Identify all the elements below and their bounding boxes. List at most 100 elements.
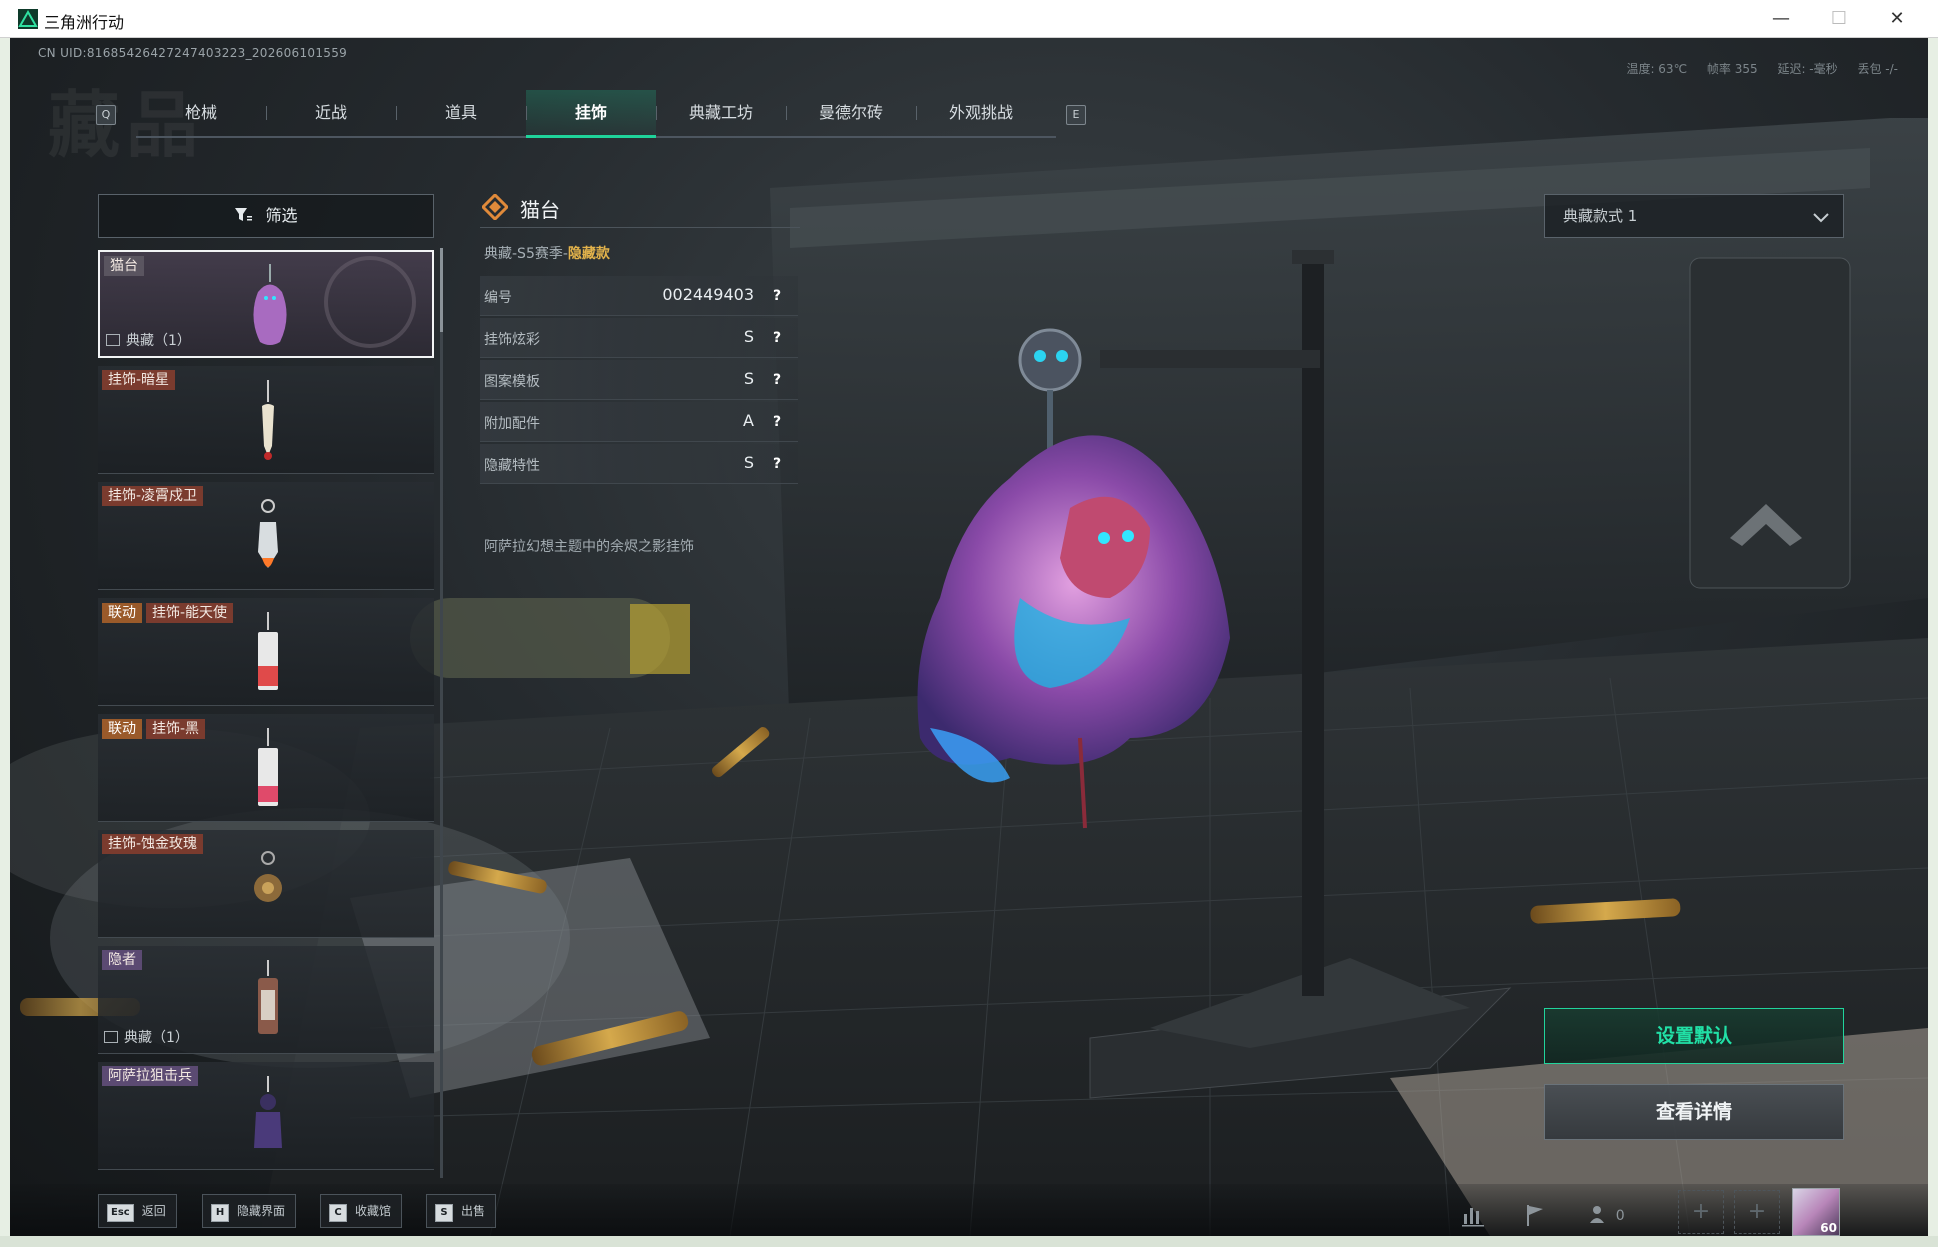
charm-category-icon [482, 194, 508, 220]
item-label-group: 联动 挂饰-能天使 [102, 602, 234, 623]
attr-charm-color: 挂饰炫彩 S ? [480, 318, 798, 358]
attr-value: S [743, 453, 754, 472]
app-logo-icon [18, 9, 38, 29]
attr-serial-number: 编号 002449403 ? [480, 276, 798, 316]
list-item-maotai[interactable]: 猫台 典藏（1） [98, 250, 434, 358]
friends-count: 0 [1615, 1208, 1625, 1224]
filter-icon [235, 208, 253, 221]
add-teammate-slot-1[interactable]: + [1678, 1190, 1724, 1234]
help-question-icon[interactable]: ? [768, 454, 786, 474]
window-titlebar: 三角洲行动 — ☐ ✕ [0, 0, 1938, 38]
tab-collection-workshop[interactable]: 典藏工坊 [656, 90, 786, 136]
friends-indicator[interactable]: 0 [1588, 1200, 1648, 1230]
item-name: 挂饰-暗星 [102, 370, 176, 390]
tab-prev-key[interactable]: Q [96, 105, 116, 125]
help-question-icon[interactable]: ? [768, 286, 786, 306]
tab-mandel-brick[interactable]: 曼德尔砖 [786, 90, 916, 136]
tab-melee[interactable]: 近战 [266, 90, 396, 136]
style-select-value: 典藏款式 1 [1563, 207, 1638, 225]
item-collection-count: 典藏（1） [104, 1027, 189, 1047]
attr-key: 编号 [484, 290, 512, 306]
image-icon [104, 1031, 118, 1043]
close-button[interactable]: ✕ [1868, 0, 1926, 38]
view-details-button[interactable]: 查看详情 [1544, 1084, 1844, 1140]
tab-next-key[interactable]: E [1066, 105, 1086, 125]
set-default-button[interactable]: 设置默认 [1544, 1008, 1844, 1064]
list-item-lingxiao-guard[interactable]: 挂饰-凌霄戍卫 [98, 482, 434, 590]
chevron-down-icon [1813, 213, 1829, 223]
list-item-hei[interactable]: 联动 挂饰-黑 [98, 714, 434, 822]
desktop-edge-left [0, 38, 10, 1247]
attr-value: S [743, 327, 754, 346]
keycap-c: C [329, 1204, 347, 1222]
keycap-h: H [211, 1204, 229, 1222]
list-item-energy-angel[interactable]: 联动 挂饰-能天使 [98, 598, 434, 706]
stats-chart-icon[interactable] [1458, 1200, 1488, 1230]
rarity-line: 典藏-S5赛季-隐藏款 [484, 243, 610, 263]
charm-thumbnail [258, 960, 278, 1034]
charm-thumbnail [258, 499, 278, 568]
hint-back[interactable]: Esc 返回 [98, 1194, 177, 1228]
help-question-icon[interactable]: ? [768, 412, 786, 432]
item-name: 挂饰-能天使 [146, 603, 234, 623]
attr-key: 附加配件 [484, 416, 540, 432]
attr-key: 挂饰炫彩 [484, 332, 540, 348]
keycap-esc: Esc [107, 1204, 134, 1222]
item-name: 隐者 [102, 950, 142, 970]
add-teammate-slot-2[interactable]: + [1734, 1190, 1780, 1234]
performance-stats: 温度: 63℃ 帧率 355 延迟: -毫秒 丢包 -/- [1610, 60, 1898, 77]
help-question-icon[interactable]: ? [768, 328, 786, 348]
attr-accessory: 附加配件 A ? [480, 402, 798, 442]
collab-tag: 联动 [102, 719, 142, 739]
help-question-icon[interactable]: ? [768, 370, 786, 390]
hint-collection-hall[interactable]: C 收藏馆 [320, 1194, 403, 1228]
attr-value: S [743, 369, 754, 388]
maximize-button[interactable]: ☐ [1810, 0, 1868, 38]
desktop-edge-right [1928, 38, 1938, 1247]
detail-header: 猫台 [480, 188, 800, 228]
rarity-prefix: 典藏-S5赛季- [484, 246, 568, 262]
player-level: 60 [1820, 1221, 1837, 1235]
item-collection-count: 典藏（1） [106, 330, 191, 350]
minimize-button[interactable]: — [1752, 0, 1810, 38]
game-viewport: 藏品 CN UID:8168542642724740322​3_20260610… [10, 38, 1928, 1236]
tab-charms[interactable]: 挂饰 [526, 90, 656, 138]
hint-hide-ui[interactable]: H 隐藏界面 [202, 1194, 297, 1228]
category-tabs: 枪械 近战 道具 挂饰 典藏工坊 曼德尔砖 外观挑战 [136, 90, 1056, 138]
tab-items[interactable]: 道具 [396, 90, 526, 136]
tab-appearance-challenge[interactable]: 外观挑战 [916, 90, 1046, 136]
stat-latency: 延迟: -毫秒 [1777, 62, 1838, 76]
filter-button[interactable]: 筛选 [98, 194, 434, 238]
flag-icon[interactable] [1520, 1200, 1550, 1230]
charm-thumbnail [254, 851, 282, 902]
stat-packet-loss: 丢包 -/- [1857, 62, 1898, 76]
list-item-asala-sniper[interactable]: 阿萨拉狙击兵 [98, 1062, 434, 1170]
player-avatar[interactable]: 60 [1792, 1188, 1840, 1236]
player-uid: CN UID:8168542642724740322​3_20260610155… [38, 46, 348, 60]
charm-thumbnail [258, 728, 278, 806]
hint-sell[interactable]: S 出售 [426, 1194, 497, 1228]
item-name: 挂饰-蚀金玫瑰 [102, 834, 204, 854]
attr-value: A [743, 411, 754, 430]
stat-temperature: 温度: 63℃ [1626, 62, 1688, 76]
charm-thumbnail [258, 612, 278, 690]
tab-firearms[interactable]: 枪械 [136, 90, 266, 136]
list-item-hermit[interactable]: 隐者 典藏（1） [98, 946, 434, 1054]
item-name: 阿萨拉狙击兵 [102, 1066, 198, 1086]
item-name: 猫台 [104, 256, 144, 276]
item-label-group: 联动 挂饰-黑 [102, 718, 206, 739]
image-icon [106, 334, 120, 346]
attr-key: 隐藏特性 [484, 458, 540, 474]
item-emblem-watermark [324, 256, 416, 348]
scrollbar-thumb[interactable] [440, 248, 443, 332]
item-description: 阿萨拉幻想主题中的余烬之影挂饰 [484, 539, 694, 555]
window-title: 三角洲行动 [44, 13, 125, 32]
list-scrollbar[interactable] [440, 248, 443, 1178]
attr-value: 002449403 [662, 285, 754, 304]
filter-label: 筛选 [265, 206, 298, 225]
detail-item-name: 猫台 [520, 198, 560, 222]
charm-list: 猫台 典藏（1） 挂饰-暗星 挂饰-凌霄戍卫 联动 挂饰-能天使 联动 挂饰-黑… [98, 250, 434, 1190]
collection-style-select[interactable]: 典藏款式 1 [1544, 194, 1844, 238]
list-item-gilded-rose[interactable]: 挂饰-蚀金玫瑰 [98, 830, 434, 938]
list-item-dark-star[interactable]: 挂饰-暗星 [98, 366, 434, 474]
